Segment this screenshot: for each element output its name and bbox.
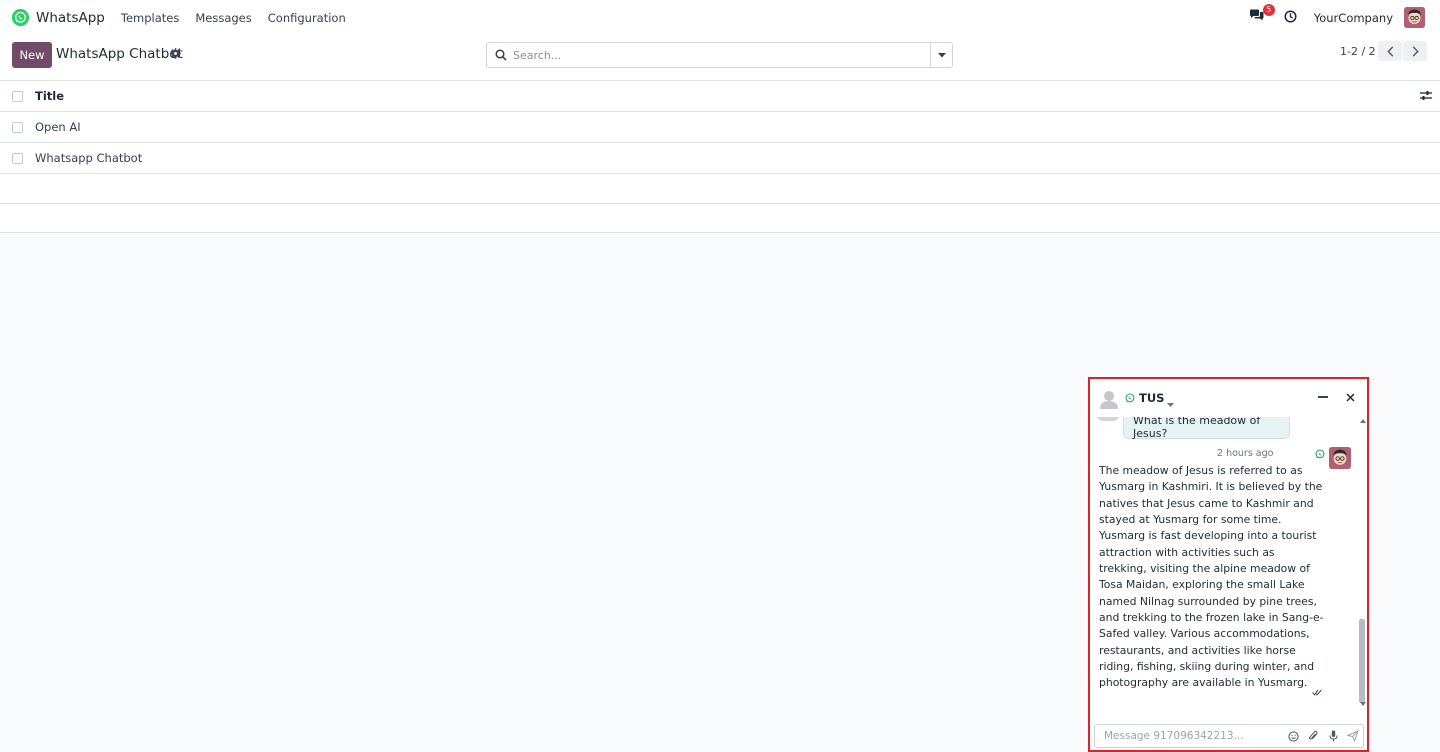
chat-window: TUS What is the meadow of Jesus? 2 hours…	[1088, 377, 1369, 752]
empty-row	[0, 203, 1440, 233]
empty-row	[0, 173, 1440, 203]
row-title: Open AI	[35, 120, 81, 134]
page-title: WhatsApp Chatbot	[56, 46, 183, 62]
whatsapp-icon	[1315, 448, 1325, 462]
scroll-thumb[interactable]	[1359, 619, 1365, 703]
caret-down-icon[interactable]	[1167, 396, 1174, 410]
menu-messages[interactable]: Messages	[187, 11, 259, 25]
messages-count-badge: 5	[1262, 3, 1275, 16]
search-options-toggle[interactable]	[930, 43, 952, 67]
contact-name: TUS	[1139, 391, 1165, 405]
column-title[interactable]: Title	[35, 89, 64, 103]
new-button[interactable]: New	[12, 42, 52, 68]
menu-templates[interactable]: Templates	[113, 11, 187, 25]
send-icon[interactable]	[1343, 726, 1363, 746]
activity-menu[interactable]	[1280, 7, 1302, 29]
search-icon	[495, 49, 507, 61]
chat-header[interactable]: TUS	[1090, 379, 1367, 417]
control-panel: New WhatsApp Chatbot 1-2 / 2	[0, 35, 1440, 80]
message-input[interactable]	[1104, 730, 1283, 742]
message-composer	[1094, 724, 1364, 748]
pager-next-button[interactable]	[1403, 41, 1427, 61]
pager-value[interactable]: 1-2 / 2	[1340, 45, 1376, 58]
messaging-menu[interactable]: 5	[1246, 3, 1275, 29]
row-title: Whatsapp Chatbot	[35, 151, 143, 165]
clock-icon	[1284, 9, 1297, 26]
list-view: Title Open AI Whatsapp Chatbot	[0, 80, 1440, 233]
table-row[interactable]: Open AI	[0, 111, 1440, 142]
chevron-right-icon	[1412, 45, 1419, 57]
whatsapp-icon	[1125, 392, 1135, 406]
select-all-checkbox[interactable]	[12, 90, 23, 102]
chat-thread[interactable]: What is the meadow of Jesus? 2 hours ago…	[1090, 417, 1367, 709]
chat-scrollbar[interactable]	[1359, 417, 1366, 709]
close-icon[interactable]	[1346, 391, 1355, 405]
pager-previous-button[interactable]	[1378, 41, 1402, 61]
table-row[interactable]: Whatsapp Chatbot	[0, 142, 1440, 173]
chevron-left-icon	[1386, 45, 1393, 57]
search-input[interactable]	[513, 44, 930, 66]
microphone-icon[interactable]	[1323, 726, 1343, 746]
scroll-up-arrow[interactable]	[1360, 419, 1366, 423]
caret-down-icon	[937, 52, 946, 57]
app-name: WhatsApp	[36, 9, 105, 26]
user-avatar[interactable]	[1404, 7, 1425, 28]
emoji-icon[interactable]	[1283, 726, 1303, 746]
search-bar	[486, 42, 953, 68]
top-navbar: WhatsApp Templates Messages Configuratio…	[0, 0, 1440, 35]
paperclip-icon[interactable]	[1303, 726, 1323, 746]
row-checkbox[interactable]	[12, 121, 23, 133]
double-check-icon	[1312, 685, 1322, 699]
company-switcher[interactable]: YourCompany	[1314, 11, 1393, 25]
outgoing-message: The meadow of Jesus is referred to as Yu…	[1099, 464, 1324, 690]
whatsapp-logo-icon	[12, 9, 29, 26]
contact-avatar-icon	[1099, 389, 1119, 409]
navbar-systray: 5 YourCompany	[1246, 3, 1425, 29]
contact-avatar	[1097, 417, 1119, 421]
sliders-icon[interactable]	[1420, 90, 1432, 104]
list-header: Title	[0, 80, 1440, 111]
incoming-message: What is the meadow of Jesus?	[1123, 417, 1290, 440]
menu-configuration[interactable]: Configuration	[260, 11, 354, 25]
row-checkbox[interactable]	[12, 152, 23, 164]
scroll-down-arrow[interactable]	[1360, 702, 1366, 706]
gear-icon[interactable]	[170, 48, 181, 62]
main-menu: Templates Messages Configuration	[113, 11, 354, 25]
app-brand[interactable]: WhatsApp	[12, 9, 105, 26]
author-avatar	[1329, 447, 1351, 469]
minimize-icon[interactable]	[1318, 396, 1328, 398]
message-timestamp: 2 hours ago	[1217, 448, 1274, 459]
